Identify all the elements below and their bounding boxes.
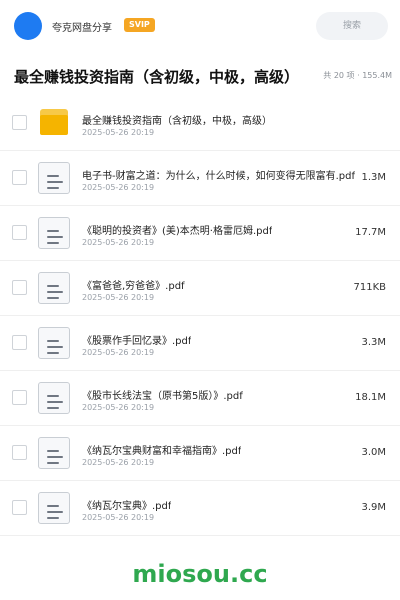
file-name: 《纳瓦尔宝典财富和幸福指南》.pdf — [82, 446, 242, 457]
folder-meta: 共 20 项 · 155.4M — [323, 71, 392, 80]
select-checkbox[interactable] — [12, 115, 27, 130]
search-button[interactable]: 搜索 — [316, 12, 388, 40]
document-icon — [38, 327, 70, 359]
file-date: 2025-05-26 20:19 — [82, 238, 155, 247]
svip-badge: SVIP — [124, 18, 155, 32]
file-name: 《股票作手回忆录》.pdf — [82, 336, 192, 347]
document-icon — [38, 162, 70, 194]
file-date: 2025-05-26 20:19 — [82, 183, 155, 192]
list-item[interactable]: 最全赚钱投资指南（含初级，中极，高级） 2025-05-26 20:19 — [0, 96, 400, 151]
select-checkbox[interactable] — [12, 280, 27, 295]
document-icon — [38, 272, 70, 304]
file-size: 18.1M — [355, 392, 386, 403]
select-checkbox[interactable] — [12, 445, 27, 460]
file-size: 3.3M — [361, 337, 386, 348]
page-title: 最全赚钱投资指南（含初级，中极，高级） — [14, 68, 300, 86]
share-username: 夸克网盘分享 — [52, 23, 112, 34]
file-name: 《纳瓦尔宝典》.pdf — [82, 501, 172, 512]
document-icon — [38, 382, 70, 414]
file-size: 1.3M — [361, 172, 386, 183]
file-size: 3.9M — [361, 502, 386, 513]
document-icon — [38, 492, 70, 524]
select-checkbox[interactable] — [12, 170, 27, 185]
file-date: 2025-05-26 20:19 — [82, 513, 155, 522]
file-date: 2025-05-26 20:19 — [82, 293, 155, 302]
file-date: 2025-05-26 20:19 — [82, 458, 155, 467]
file-size: 711KB — [353, 282, 386, 293]
file-name: 电子书-财富之道：为什么，什么时候，如何变得无限富有.pdf — [82, 171, 356, 182]
watermark: miosou.cc — [132, 560, 268, 588]
avatar[interactable] — [14, 12, 42, 40]
file-date: 2025-05-26 20:19 — [82, 403, 155, 412]
file-name: 《聪明的投资者》(美)本杰明·格雷厄姆.pdf — [82, 226, 273, 237]
file-name: 《富爸爸,穷爸爸》.pdf — [82, 281, 185, 292]
file-name: 《股市长线法宝（原书第5版）》.pdf — [82, 391, 243, 402]
list-item[interactable]: 《纳瓦尔宝典》.pdf 2025-05-26 20:19 3.9M — [0, 481, 400, 536]
document-icon — [38, 217, 70, 249]
file-date: 2025-05-26 20:19 — [82, 128, 155, 137]
list-item[interactable]: 《股票作手回忆录》.pdf 2025-05-26 20:19 3.3M — [0, 316, 400, 371]
list-item[interactable]: 《股市长线法宝（原书第5版）》.pdf 2025-05-26 20:19 18.… — [0, 371, 400, 426]
list-item[interactable]: 《富爸爸,穷爸爸》.pdf 2025-05-26 20:19 711KB — [0, 261, 400, 316]
list-item[interactable]: 《纳瓦尔宝典财富和幸福指南》.pdf 2025-05-26 20:19 3.0M — [0, 426, 400, 481]
file-name: 最全赚钱投资指南（含初级，中极，高级） — [82, 116, 272, 127]
list-item[interactable]: 电子书-财富之道：为什么，什么时候，如何变得无限富有.pdf 2025-05-2… — [0, 151, 400, 206]
select-checkbox[interactable] — [12, 390, 27, 405]
header-bar: 夸克网盘分享 SVIP 搜索 — [0, 0, 400, 52]
document-icon — [38, 437, 70, 469]
list-item[interactable]: 《聪明的投资者》(美)本杰明·格雷厄姆.pdf 2025-05-26 20:19… — [0, 206, 400, 261]
select-checkbox[interactable] — [12, 500, 27, 515]
file-date: 2025-05-26 20:19 — [82, 348, 155, 357]
folder-title-bar: 最全赚钱投资指南（含初级，中极，高级） 共 20 项 · 155.4M — [0, 52, 400, 99]
select-checkbox[interactable] — [12, 335, 27, 350]
file-size: 3.0M — [361, 447, 386, 458]
select-checkbox[interactable] — [12, 225, 27, 240]
file-size: 17.7M — [355, 227, 386, 238]
folder-icon — [38, 107, 70, 139]
file-list: 最全赚钱投资指南（含初级，中极，高级） 2025-05-26 20:19 电子书… — [0, 96, 400, 536]
